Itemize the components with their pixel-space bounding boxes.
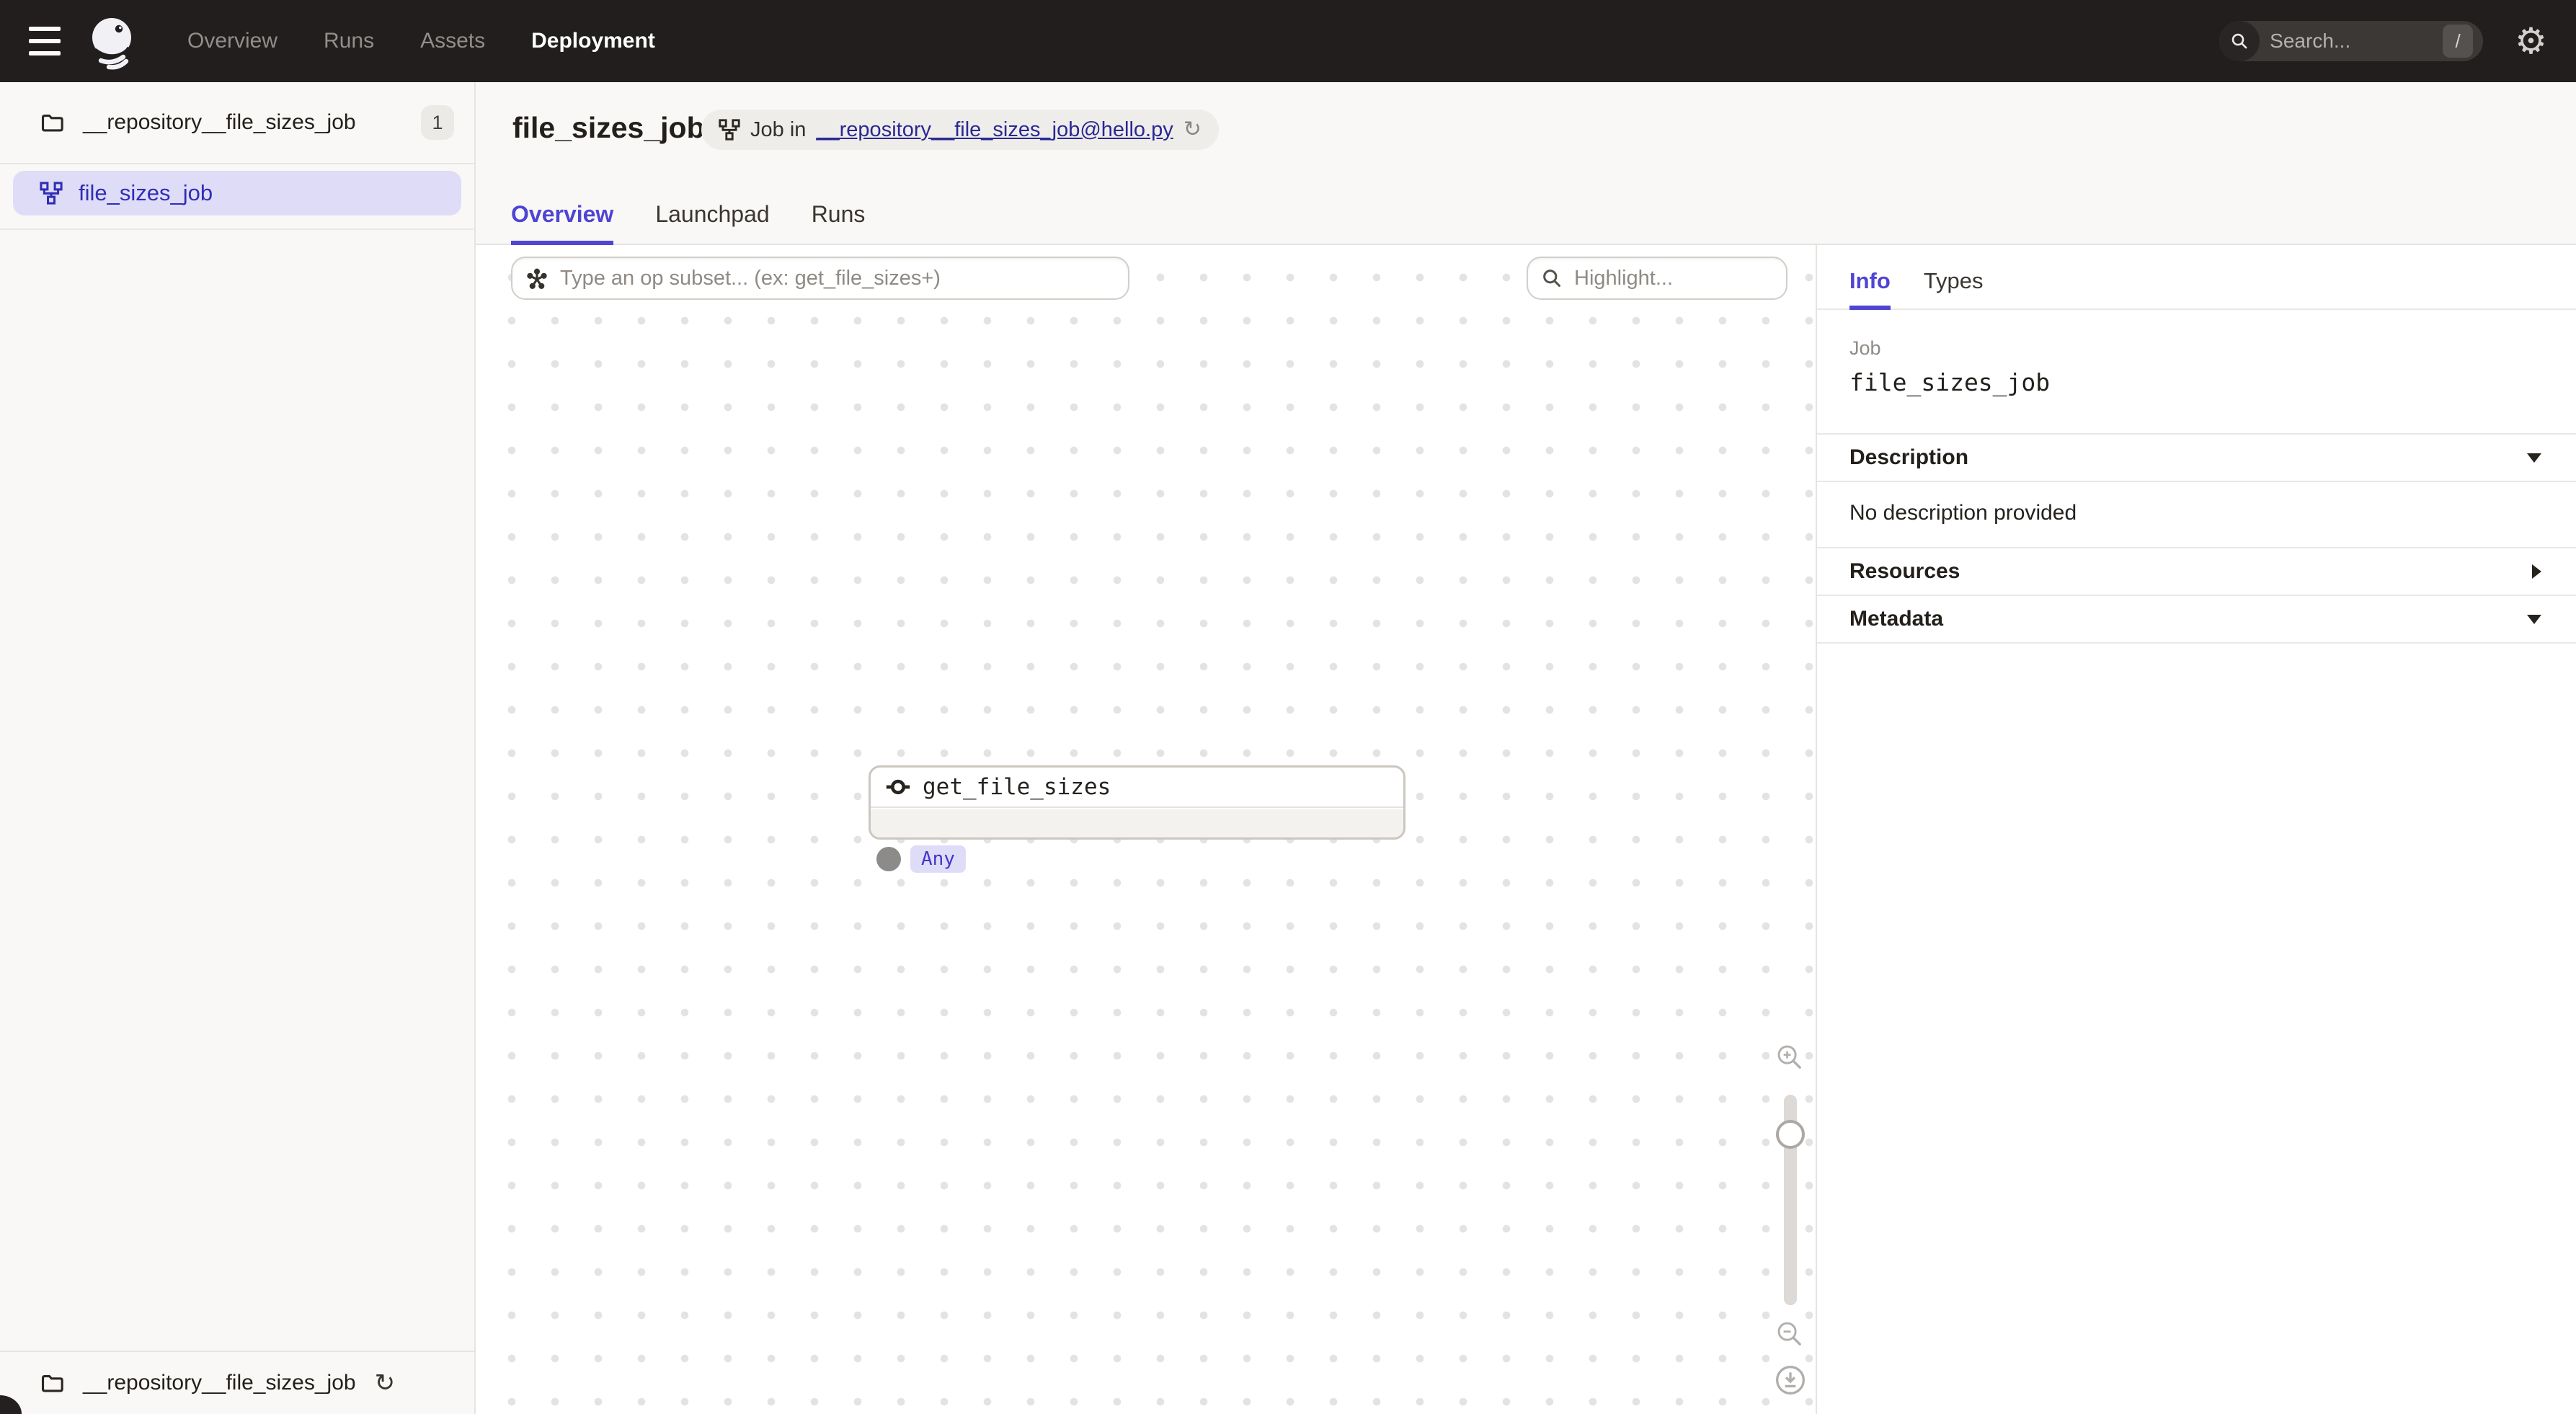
zoom-out-icon[interactable]: [1775, 1319, 1806, 1351]
output-type-badge[interactable]: Any: [910, 845, 966, 873]
job-count-badge: 1: [421, 105, 454, 140]
search-shortcut-key: /: [2443, 25, 2473, 58]
graph-canvas[interactable]: get_file_sizes Any: [476, 245, 1816, 1414]
job-name: file_sizes_job: [1849, 368, 2050, 396]
reload-icon[interactable]: ↻: [1183, 119, 1202, 141]
output-handle[interactable]: [876, 847, 901, 871]
sidebar-item-file-sizes-job[interactable]: file_sizes_job: [13, 171, 461, 215]
search-icon: [1541, 267, 1563, 289]
op-node-get-file-sizes[interactable]: get_file_sizes: [869, 765, 1405, 840]
zoom-in-icon[interactable]: [1775, 1042, 1806, 1074]
nav-item-runs[interactable]: Runs: [324, 29, 374, 53]
chevron-down-icon: [2527, 453, 2541, 463]
sidebar-footer: __repository__file_sizes_job ↻: [0, 1351, 474, 1414]
op-icon: [885, 774, 911, 800]
dagster-logo-icon[interactable]: [84, 12, 141, 70]
panel-tab-types[interactable]: Types: [1924, 268, 1984, 310]
nav-item-deployment[interactable]: Deployment: [531, 29, 655, 53]
panel-tab-info[interactable]: Info: [1849, 268, 1891, 310]
tab-launchpad[interactable]: Launchpad: [655, 201, 769, 245]
description-body: No description provided: [1817, 481, 2576, 547]
page-title: file_sizes_job: [512, 111, 705, 145]
panel-sections: Description No description provided Reso…: [1817, 433, 2576, 644]
job-tabs: Overview Launchpad Runs: [511, 201, 865, 245]
panel-tabs: Info Types: [1817, 245, 2576, 310]
op-node-body: [871, 809, 1403, 837]
tab-runs[interactable]: Runs: [812, 201, 866, 245]
op-node-name: get_file_sizes: [923, 774, 1111, 800]
job-context-pill: Job in __repository__file_sizes_job@hell…: [701, 110, 1219, 150]
info-panel: Info Types Job file_sizes_job Descriptio…: [1816, 245, 2576, 1414]
repository-link[interactable]: __repository__file_sizes_job@hello.py: [816, 118, 1173, 142]
job-summary: Job file_sizes_job: [1849, 337, 2050, 396]
section-metadata[interactable]: Metadata: [1817, 595, 2576, 642]
folder-icon: [40, 1371, 64, 1395]
highlight-input[interactable]: [1574, 267, 1773, 290]
job-icon: [719, 119, 740, 141]
section-description[interactable]: Description: [1817, 433, 2576, 481]
folder-icon: [40, 110, 64, 135]
top-nav: Overview Runs Assets Deployment / ⚙: [0, 0, 2576, 82]
highlight-filter[interactable]: [1527, 257, 1787, 300]
page-header: file_sizes_job Job in __repository__file…: [476, 82, 2576, 245]
chevron-down-icon: [2527, 615, 2541, 624]
section-label: Resources: [1849, 559, 1960, 584]
op-selector-icon: [525, 267, 548, 290]
reload-repository-icon[interactable]: ↻: [375, 1371, 396, 1395]
hamburger-menu-icon[interactable]: [29, 27, 62, 55]
gear-icon[interactable]: ⚙: [2515, 23, 2547, 59]
nav-links: Overview Runs Assets Deployment: [187, 29, 655, 53]
job-context-prefix: Job in: [750, 118, 806, 142]
tab-overview[interactable]: Overview: [511, 201, 613, 245]
job-icon: [40, 182, 63, 205]
op-subset-filter[interactable]: [511, 257, 1129, 300]
repository-group-row[interactable]: __repository__file_sizes_job 1: [0, 82, 474, 164]
nav-item-assets[interactable]: Assets: [420, 29, 485, 53]
section-resources[interactable]: Resources: [1817, 547, 2576, 595]
chevron-right-icon: [2532, 564, 2541, 579]
nav-item-overview[interactable]: Overview: [187, 29, 277, 53]
search-icon: [2219, 21, 2260, 61]
zoom-slider-handle[interactable]: [1776, 1120, 1805, 1149]
global-search[interactable]: /: [2219, 21, 2483, 61]
op-subset-input[interactable]: [560, 267, 1115, 290]
sidebar-item-label: file_sizes_job: [79, 180, 213, 206]
job-kind-label: Job: [1849, 337, 2050, 360]
download-image-icon[interactable]: [1775, 1364, 1806, 1396]
section-label: Description: [1849, 445, 1968, 470]
sidebar: __repository__file_sizes_job 1 file_size…: [0, 82, 476, 1414]
search-input[interactable]: [2260, 30, 2443, 53]
repository-group-label: __repository__file_sizes_job: [83, 110, 356, 135]
section-label: Metadata: [1849, 607, 1943, 631]
footer-repository-label: __repository__file_sizes_job: [83, 1371, 356, 1395]
